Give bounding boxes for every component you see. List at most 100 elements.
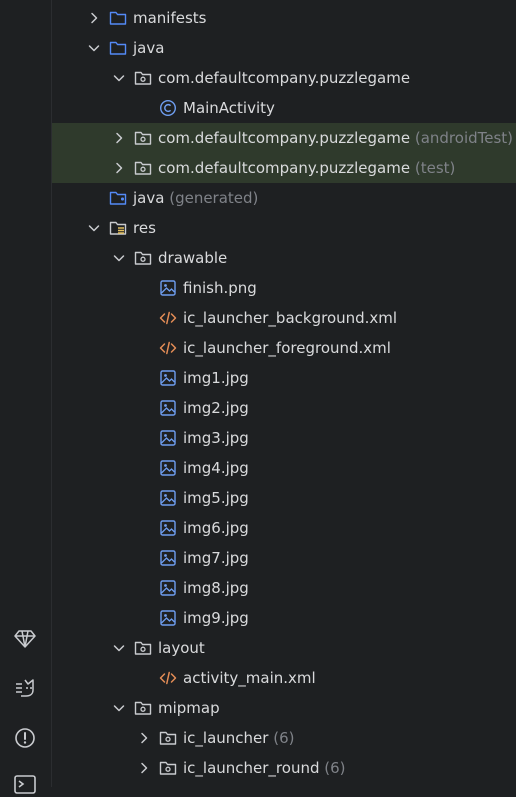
tree-item-label: drawable [158, 249, 227, 267]
tree-item-name: drawable [158, 249, 228, 267]
tree-item-name: com.defaultcompany.puzzlegame [158, 129, 411, 147]
tree-row[interactable]: activity_main.xml [52, 663, 516, 693]
image-file-icon [159, 429, 177, 447]
package-folder-icon [134, 699, 152, 717]
tree-item-label: mipmap [158, 699, 220, 717]
tree-item-label: ic_launcher (6) [183, 729, 294, 747]
chevron-right-icon[interactable] [87, 11, 101, 25]
tree-item-label: img1.jpg [183, 369, 249, 387]
tree-row[interactable]: java (generated) [52, 183, 516, 213]
tree-item-label: img6.jpg [183, 519, 249, 537]
tree-row[interactable]: img9.jpg [52, 603, 516, 633]
tree-item-name: java [133, 189, 165, 207]
tree-row[interactable]: ic_launcher_foreground.xml [52, 333, 516, 363]
tree-item-label: ic_launcher_background.xml [183, 309, 397, 327]
tree-row[interactable]: img1.jpg [52, 363, 516, 393]
chevron-right-icon[interactable] [137, 761, 151, 775]
tree-item-label: com.defaultcompany.puzzlegame [158, 69, 410, 87]
tree-item-label: java [133, 39, 164, 57]
xml-file-icon [159, 669, 177, 687]
tree-item-name: img6.jpg [183, 519, 249, 537]
chevron-right-icon[interactable] [112, 131, 126, 145]
tree-item-suffix: (6) [273, 729, 295, 747]
chevron-down-icon[interactable] [112, 701, 126, 715]
tree-item-label: ic_launcher_foreground.xml [183, 339, 391, 357]
chevron-down-icon[interactable] [112, 641, 126, 655]
tree-row[interactable]: mipmap [52, 693, 516, 723]
tree-row[interactable]: img7.jpg [52, 543, 516, 573]
tree-row[interactable]: ic_launcher_round (6) [52, 753, 516, 783]
tree-item-name: MainActivity [183, 99, 275, 117]
tree-item-label: manifests [133, 9, 207, 27]
chevron-down-icon[interactable] [112, 71, 126, 85]
tree-row[interactable]: res [52, 213, 516, 243]
tree-item-name: ic_launcher_background.xml [183, 309, 398, 327]
package-folder-icon [134, 249, 152, 267]
tree-item-label: img8.jpg [183, 579, 249, 597]
tree-item-name: com.defaultcompany.puzzlegame [158, 159, 411, 177]
tree-row[interactable]: java [52, 33, 516, 63]
tree-row[interactable]: manifests [52, 3, 516, 33]
tree-row[interactable]: img3.jpg [52, 423, 516, 453]
chevron-down-icon[interactable] [87, 221, 101, 235]
tool-window-sidebar [0, 0, 52, 794]
tree-item-suffix: (6) [324, 759, 346, 777]
image-file-icon [159, 279, 177, 297]
image-file-icon [159, 579, 177, 597]
image-file-icon [159, 369, 177, 387]
project-tree: manifests java com.defaultcompany.puzzlega… [52, 0, 516, 787]
class-icon [159, 99, 177, 117]
tree-row[interactable]: finish.png [52, 273, 516, 303]
image-file-icon [159, 399, 177, 417]
tree-item-name: img9.jpg [183, 609, 249, 627]
tree-row[interactable]: img8.jpg [52, 573, 516, 603]
tree-item-label: activity_main.xml [183, 669, 316, 687]
tree-row[interactable]: layout [52, 633, 516, 663]
tree-item-name: layout [158, 639, 205, 657]
tree-row[interactable]: ic_launcher_background.xml [52, 303, 516, 333]
chevron-right-icon[interactable] [137, 731, 151, 745]
xml-file-icon [159, 309, 177, 327]
chevron-down-icon[interactable] [87, 41, 101, 55]
tree-item-suffix: (androidTest) [414, 129, 514, 147]
tree-item-label: com.defaultcompany.puzzlegame (test) [158, 159, 455, 177]
tree-row[interactable]: com.defaultcompany.puzzlegame (test) [52, 153, 516, 183]
tree-item-label: img3.jpg [183, 429, 249, 447]
image-file-icon [159, 459, 177, 477]
tree-item-label: java (generated) [133, 189, 258, 207]
tree-item-name: java [133, 39, 165, 57]
tree-row[interactable]: ic_launcher (6) [52, 723, 516, 753]
tree-row[interactable]: img2.jpg [52, 393, 516, 423]
tree-row[interactable]: img5.jpg [52, 483, 516, 513]
tree-item-name: res [133, 219, 156, 237]
tree-item-name: activity_main.xml [183, 669, 316, 687]
tree-item-name: img2.jpg [183, 399, 249, 417]
tree-item-label: finish.png [183, 279, 257, 297]
tree-row[interactable]: drawable [52, 243, 516, 273]
tree-item-name: img3.jpg [183, 429, 249, 447]
cat-icon[interactable] [13, 676, 37, 700]
tree-item-name: ic_launcher_foreground.xml [183, 339, 391, 357]
warning-circle-icon[interactable] [13, 726, 37, 750]
chevron-down-icon[interactable] [112, 251, 126, 265]
image-file-icon [159, 489, 177, 507]
tree-item-name: manifests [133, 9, 207, 27]
tree-item-name: img1.jpg [183, 369, 249, 387]
tree-item-name: img7.jpg [183, 549, 249, 567]
terminal-icon[interactable] [13, 773, 37, 797]
xml-file-icon [159, 339, 177, 357]
tree-row[interactable]: img4.jpg [52, 453, 516, 483]
package-folder-icon [159, 729, 177, 747]
tree-item-label: img7.jpg [183, 549, 249, 567]
tree-item-label: res [133, 219, 156, 237]
chevron-right-icon[interactable] [112, 161, 126, 175]
tree-row[interactable]: com.defaultcompany.puzzlegame [52, 63, 516, 93]
gem-icon[interactable] [13, 626, 37, 650]
tree-row[interactable]: img6.jpg [52, 513, 516, 543]
image-file-icon [159, 549, 177, 567]
tree-row[interactable]: com.defaultcompany.puzzlegame (androidTe… [52, 123, 516, 153]
package-folder-icon [134, 639, 152, 657]
tree-item-name: img8.jpg [183, 579, 249, 597]
tree-item-name: img5.jpg [183, 489, 249, 507]
tree-row[interactable]: MainActivity [52, 93, 516, 123]
